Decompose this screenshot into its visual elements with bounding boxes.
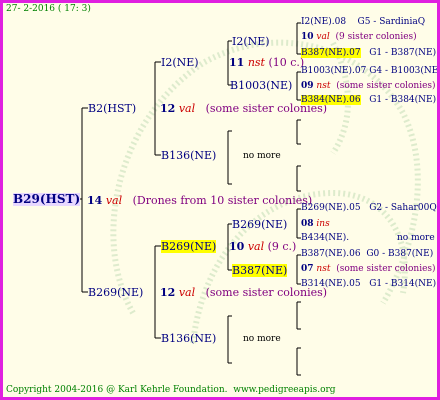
line-b136-sub2 xyxy=(296,165,301,192)
g4-b387b-gen: 07 xyxy=(301,264,314,274)
g4-i2-ref: G5 - SardiniaQ xyxy=(357,17,426,27)
g4-i2-num: .08 xyxy=(331,17,347,27)
g4-b384-name: B384(NE) xyxy=(301,95,347,105)
i2-gen: 11 xyxy=(229,56,245,69)
gen4-row-b314: B314(NE).05 G1 - B314(NE) xyxy=(301,279,436,290)
gen2-nomore-a: no more xyxy=(243,151,281,161)
g4-b384-num: .06 xyxy=(346,95,361,105)
g4-b269-num: .05 xyxy=(346,203,361,213)
g3-b269-gen: 08 xyxy=(301,219,314,229)
gen4-row-b387a: B387(NE).07 G1 - B387(NE) xyxy=(301,48,436,59)
g4-b387b-name[interactable]: B387(NE) xyxy=(301,249,346,259)
g4-i2-note: (9 sister colonies) xyxy=(335,32,417,42)
i2-note: (10 c.) xyxy=(268,56,305,69)
g4-b434-name[interactable]: B434(NE) xyxy=(301,233,346,243)
b2-mark: val xyxy=(178,102,196,115)
g4-b1003-num: .07 xyxy=(352,66,367,76)
line-b136-branch xyxy=(227,130,232,185)
root-note: (Drones from 10 sister colonies) xyxy=(132,194,313,207)
footer-copyright: Copyright 2004-2016 @ Karl Kehrle Founda… xyxy=(6,385,336,396)
g4-b314-num: .05 xyxy=(346,279,361,289)
header-date: 27- 2-2016 ( 17: 3) xyxy=(6,4,91,14)
gen2-node-b136b[interactable]: B136(NE) xyxy=(161,332,216,345)
gen4-row-b387b-info: 07 nst (some sister colonies) xyxy=(301,264,436,275)
g4-b387b-num: .06 xyxy=(346,249,361,259)
line-b136b-branch xyxy=(227,315,232,364)
gen3-info-b269: 08 ins xyxy=(301,219,330,230)
g4-b269-name[interactable]: B269(NE) xyxy=(301,203,346,213)
gen2-node-b136a[interactable]: B136(NE) xyxy=(161,149,216,162)
g4-b1003-name[interactable]: B1003(NE) xyxy=(301,66,352,76)
pedigree-frame: 27- 2-2016 ( 17: 3) Copyright 2004-2016 … xyxy=(0,0,440,400)
g4-b387a-num: .07 xyxy=(346,48,361,58)
root-node[interactable]: B29(HST) xyxy=(13,193,81,206)
g4-b384-ref: G1 - B384(NE) xyxy=(369,95,437,105)
g4-b387a-name-wrap[interactable]: B387(NE).07 xyxy=(301,48,361,58)
gen1-node-b2[interactable]: B2(HST) xyxy=(88,102,136,115)
g4-i2-gen: 10 xyxy=(301,32,314,42)
g4-b269-ref: G2 - Sahar00Q xyxy=(369,203,437,213)
line-b136-sub1 xyxy=(296,119,301,145)
line-b136b-sub2 xyxy=(296,347,301,376)
gen2-info-b269: 10 val (9 c.) xyxy=(229,240,296,253)
b269b-mark: val xyxy=(247,240,265,253)
g4-i2-mark: val xyxy=(316,32,330,42)
g4-b387a-ref: G1 - B387(NE) xyxy=(369,48,437,58)
gen4-row-i2-info: 10 val (9 sister colonies) xyxy=(301,32,417,43)
g4-b387b-ref: G0 - B387(NE) xyxy=(366,249,434,259)
gen4-row-b269: B269(NE).05 G2 - Sahar00Q xyxy=(301,203,437,214)
g4-b1003-note: (some sister colonies) xyxy=(336,81,436,91)
gen4-row-i2: I2(NE).08 G5 - SardiniaQ xyxy=(301,17,425,28)
g3-b269-mark: ins xyxy=(316,219,330,229)
gen1-node-b269[interactable]: B269(NE) xyxy=(88,286,143,299)
b2-gen: 12 xyxy=(160,102,176,115)
g4-b434-ref: no more xyxy=(397,233,435,243)
gen3-node-b1003[interactable]: B1003(NE) xyxy=(230,79,292,92)
gen3-node-i2[interactable]: I2(NE) xyxy=(232,35,270,48)
gen4-row-b384: B384(NE).06 G1 - B384(NE) xyxy=(301,95,436,106)
gen3-node-b269[interactable]: B269(NE) xyxy=(232,218,287,231)
gen2-node-i2[interactable]: I2(NE) xyxy=(161,56,199,69)
g4-b1003-gen: 09 xyxy=(301,81,314,91)
gen4-row-b1003-info: 09 nst (some sister colonies) xyxy=(301,81,436,92)
g4-b314-name[interactable]: B314(NE) xyxy=(301,279,346,289)
line-b136b-sub1 xyxy=(296,301,301,330)
root-info: 14 val (Drones from 10 sister colonies) xyxy=(87,194,312,207)
g4-b1003-mark: nst xyxy=(316,81,331,91)
gen2-node-b269[interactable]: B269(NE) xyxy=(161,240,217,253)
root-mark: val xyxy=(105,194,123,207)
copyright-text: Copyright 2004-2016 @ Karl Kehrle Founda… xyxy=(6,385,228,395)
g4-b1003-ref: G4 - B1003(NE) xyxy=(369,66,440,76)
b269-mark: val xyxy=(178,286,196,299)
g4-i2-name[interactable]: I2(NE) xyxy=(301,17,332,27)
g4-b387b-mark: nst xyxy=(316,264,331,274)
g4-b387b-note: (some sister colonies) xyxy=(336,264,436,274)
gen2-info-i2: 11 nst (10 c.) xyxy=(229,56,304,69)
gen4-row-b1003: B1003(NE).07 G4 - B1003(NE) xyxy=(301,66,440,77)
g4-b384-name-wrap[interactable]: B384(NE).06 xyxy=(301,95,361,105)
b269b-note: (9 c.) xyxy=(267,240,297,253)
g4-b387a-name: B387(NE) xyxy=(301,48,347,58)
gen3-node-b387[interactable]: B387(NE) xyxy=(232,264,288,277)
root-gen: 14 xyxy=(87,194,103,207)
gen4-row-b387b: B387(NE).06 G0 - B387(NE) xyxy=(301,249,433,260)
gen2-nomore-b: no more xyxy=(243,334,281,344)
i2-mark: nst xyxy=(247,56,265,69)
site-link[interactable]: www.pedigreeapis.org xyxy=(233,385,335,395)
b269b-gen: 10 xyxy=(229,240,245,253)
g4-b314-ref: G1 - B314(NE) xyxy=(369,279,437,289)
b269-gen: 12 xyxy=(160,286,176,299)
g4-b434-num: . xyxy=(346,233,350,243)
gen4-row-b434: B434(NE). xyxy=(301,233,349,244)
